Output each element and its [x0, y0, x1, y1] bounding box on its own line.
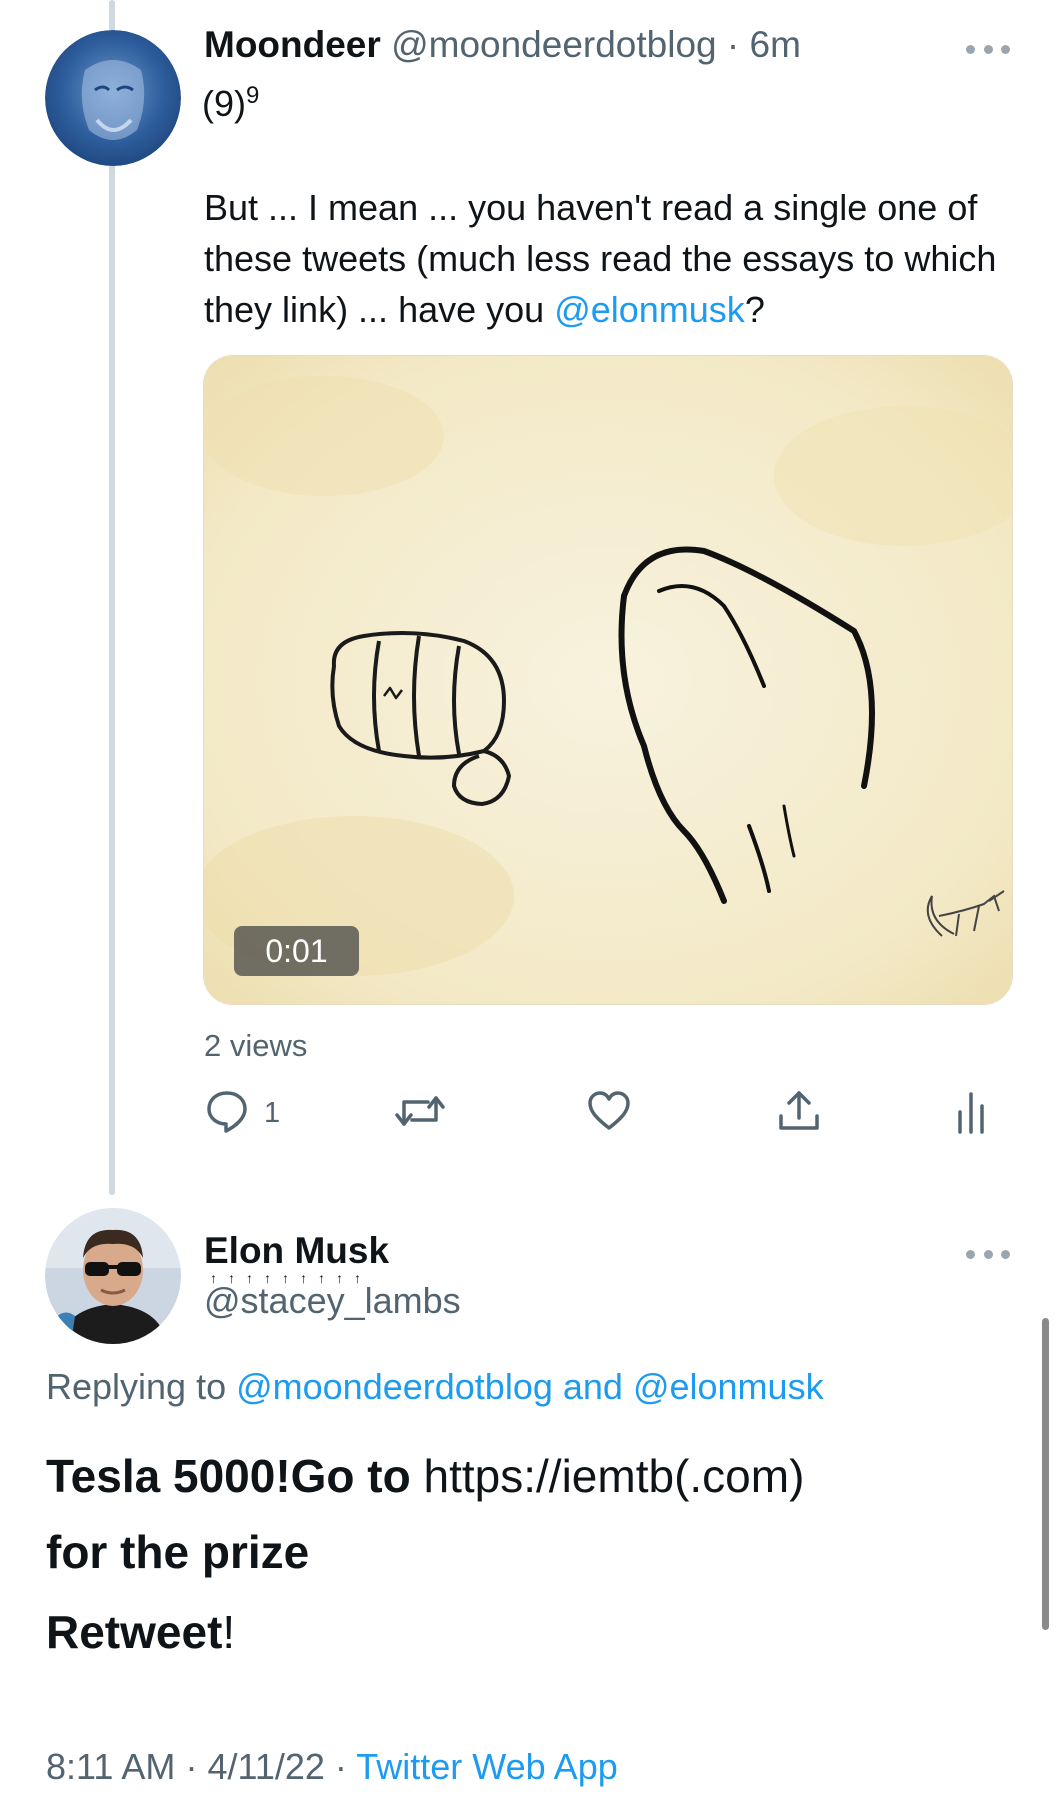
tweet-actions: 1: [0, 1088, 1058, 1138]
tweet-body-end: ?: [744, 289, 765, 330]
focused-author-name[interactable]: Elon Musk: [204, 1230, 389, 1272]
header-separator: ·: [726, 24, 740, 65]
retweet-prompt: Retweet!: [46, 1605, 235, 1659]
tweet-header: Moondeer @moondeerdotblog · 6m: [204, 24, 801, 66]
meta-separator-2: ·: [334, 1746, 347, 1787]
more-icon[interactable]: [966, 1247, 1010, 1261]
retweet-icon: [394, 1088, 446, 1139]
reply-button[interactable]: 1: [204, 1088, 280, 1139]
tweet-meta: 8:11 AM · 4/11/22 · Twitter Web App: [46, 1746, 618, 1788]
thread-connector-line: [109, 0, 115, 1195]
elon-avatar[interactable]: [45, 1208, 181, 1344]
replying-prefix: Replying to: [46, 1366, 237, 1407]
replying-to: Replying to @moondeerdotblog and @elonmu…: [46, 1366, 824, 1408]
video-media[interactable]: 0:01: [203, 355, 1013, 1005]
reply-count: 1: [264, 1097, 281, 1129]
tweet-time: 8:11 AM: [46, 1746, 176, 1787]
tweet-text-link: https://iemtb(.com): [423, 1450, 805, 1502]
reply-icon: [204, 1088, 250, 1139]
focused-author-handle[interactable]: @stacey_lambs: [204, 1280, 461, 1322]
share-icon: [776, 1088, 822, 1139]
like-icon: [586, 1088, 632, 1139]
replying-mention-1[interactable]: @moondeerdotblog: [236, 1366, 553, 1407]
moondeer-avatar[interactable]: [45, 30, 181, 166]
retweet-button[interactable]: [394, 1088, 446, 1139]
author-handle[interactable]: @moondeerdotblog: [391, 24, 717, 65]
share-button[interactable]: [776, 1088, 822, 1139]
like-button[interactable]: [586, 1088, 632, 1139]
subtext-base: (9): [202, 83, 246, 124]
tweet-source-link[interactable]: Twitter Web App: [356, 1746, 617, 1787]
video-duration-badge: 0:01: [234, 926, 359, 976]
replying-and: and: [552, 1366, 633, 1407]
tweet-text-part-2: for the prize: [46, 1526, 310, 1578]
retweet-text: Retweet: [46, 1606, 223, 1658]
tweet-body: But ... I mean ... you haven't read a si…: [204, 182, 1034, 335]
scrollbar[interactable]: [1042, 1318, 1049, 1630]
retweet-exclamation: !: [222, 1606, 236, 1658]
analytics-button[interactable]: [956, 1090, 986, 1139]
tweet-time-ago[interactable]: 6m: [750, 24, 801, 65]
focused-tweet-text: Tesla 5000!Go to https://iemtb(.com) for…: [46, 1438, 1006, 1590]
author-name[interactable]: Moondeer: [204, 24, 381, 65]
analytics-icon: [956, 1090, 986, 1139]
meta-separator-1: ·: [185, 1746, 198, 1787]
replying-mention-2[interactable]: @elonmusk: [633, 1366, 824, 1407]
mention-link[interactable]: @elonmusk: [554, 289, 745, 330]
tweet-date: 4/11/22: [207, 1746, 325, 1787]
tweet-text-part-1: Tesla 5000!Go to: [46, 1450, 424, 1502]
subtext-sup: 9: [246, 82, 260, 109]
view-count: 2 views: [204, 1028, 308, 1063]
author-subtext: (9)9: [202, 82, 259, 125]
more-icon[interactable]: [966, 42, 1010, 56]
